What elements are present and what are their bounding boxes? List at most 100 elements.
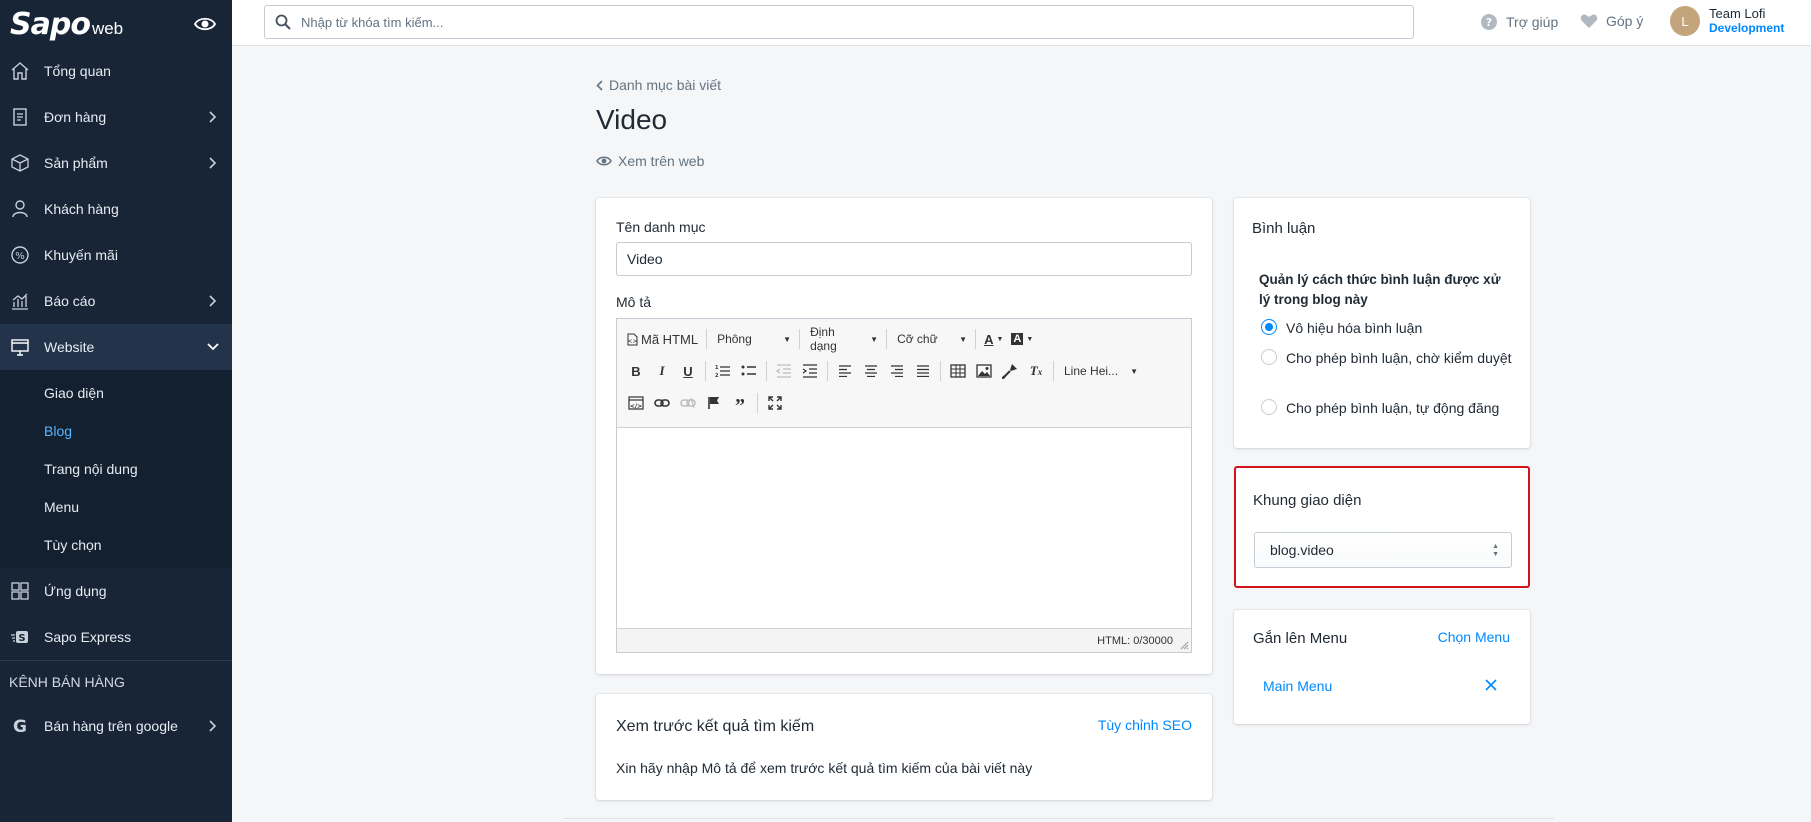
search-input[interactable] [301, 14, 1413, 30]
format-painter-button[interactable] [997, 359, 1023, 383]
sidebar-item-apps[interactable]: Ứng dụng [0, 568, 232, 614]
page-scrollbar[interactable] [1797, 46, 1811, 822]
attach-menu-title: Gắn lên Menu [1253, 630, 1348, 647]
category-name-input[interactable]: Video [616, 242, 1192, 276]
resize-grip-icon[interactable] [1179, 640, 1189, 650]
breadcrumb[interactable]: Danh mục bài viết [596, 77, 721, 93]
html-source-button[interactable]: <> Mã HTML [623, 327, 702, 351]
line-height-dropdown[interactable]: Line Hei... ▼ [1058, 359, 1142, 383]
sidebar-item-label: Tổng quan [44, 63, 111, 79]
heart-icon [1580, 13, 1598, 29]
html-char-counter: HTML: 0/30000 [1097, 634, 1173, 647]
remove-menu-close-icon[interactable] [1483, 677, 1499, 693]
user-menu[interactable]: L Team Lofi Development [1670, 6, 1784, 36]
choose-menu-link[interactable]: Chọn Menu [1438, 629, 1510, 645]
blockquote-button[interactable]: ” [727, 391, 753, 416]
view-store-eye-icon[interactable] [192, 11, 218, 37]
insert-image-button[interactable] [971, 359, 997, 383]
sidebar-subitem-pages[interactable]: Trang nội dung [0, 450, 232, 488]
html-source-label: Mã HTML [641, 331, 699, 347]
svg-text:S: S [18, 633, 25, 644]
sidebar-subitem-blog[interactable]: Blog [0, 412, 232, 450]
align-justify-button[interactable] [910, 359, 936, 383]
sidebar-item-customers[interactable]: Khách hàng [0, 186, 232, 232]
eye-icon [596, 155, 612, 167]
align-right-button[interactable] [884, 359, 910, 383]
sidebar-item-label: Ứng dụng [44, 583, 107, 599]
view-on-web-label: Xem trên web [618, 153, 705, 169]
page-title: Video [596, 104, 668, 135]
underline-button[interactable]: U [675, 359, 701, 383]
radio-button-checked[interactable] [1261, 319, 1277, 335]
code-icon: </> [628, 396, 644, 410]
help-label: Trợ giúp [1506, 14, 1559, 30]
search-box[interactable] [264, 5, 1414, 39]
align-left-icon [838, 365, 852, 377]
numbered-list-button[interactable]: 12 [710, 359, 736, 383]
sidebar-item-discounts[interactable]: % Khuyến mãi [0, 232, 232, 278]
customize-seo-link[interactable]: Tùy chỉnh SEO [1098, 717, 1192, 733]
caret-down-icon: ▼ [870, 334, 879, 344]
apps-icon [9, 580, 31, 602]
unlink-icon [680, 397, 696, 409]
sidebar-item-overview[interactable]: Tổng quan [0, 48, 232, 94]
editor-content-area[interactable] [617, 428, 1191, 628]
indent-button[interactable] [797, 359, 823, 383]
radio-allow-auto-publish[interactable]: Cho phép bình luận, tự động đăng [1261, 398, 1516, 418]
radio-label: Vô hiệu hóa bình luận [1286, 320, 1423, 336]
radio-button[interactable] [1261, 349, 1277, 365]
seo-card-title: Xem trước kết quả tìm kiếm [616, 718, 815, 735]
font-size-dropdown[interactable]: Cỡ chữ ▼ [891, 327, 971, 351]
chevron-right-icon [206, 719, 220, 733]
chevron-right-icon [206, 110, 220, 124]
sidebar-item-google[interactable]: G Bán hàng trên google [0, 703, 232, 749]
unlink-button[interactable] [675, 391, 701, 415]
sidebar-item-website[interactable]: Website [0, 324, 232, 370]
comments-card: Bình luận Quản lý cách thức bình luận đư… [1234, 198, 1530, 448]
toolbar-separator [827, 361, 828, 381]
radio-allow-moderated[interactable]: Cho phép bình luận, chờ kiểm duyệt [1261, 348, 1516, 368]
template-select[interactable]: blog.video ▲ ▼ [1254, 532, 1512, 568]
sidebar-item-orders[interactable]: Đơn hàng [0, 94, 232, 140]
fullscreen-button[interactable] [762, 391, 788, 415]
caret-down-icon: ▼ [1130, 366, 1138, 376]
sidebar-item-reports[interactable]: Báo cáo [0, 278, 232, 324]
logo-text: Sapo [10, 6, 91, 42]
caret-down-icon: ▼ [1026, 335, 1034, 343]
sidebar-subitem-menu[interactable]: Menu [0, 488, 232, 526]
attached-menu-item[interactable]: Main Menu [1263, 678, 1332, 694]
bold-button[interactable]: B [623, 359, 649, 383]
bullet-list-icon [741, 364, 757, 378]
align-left-button[interactable] [832, 359, 858, 383]
insert-link-button[interactable] [649, 391, 675, 415]
italic-button[interactable]: I [649, 359, 675, 383]
clear-format-button[interactable]: Tx [1023, 359, 1049, 383]
editor-toolbar: <> Mã HTML Phông ▼ Định dạng ▼ Cỡ chữ ▼ A ▼ … [617, 319, 1191, 428]
radio-disable-comments[interactable]: Vô hiệu hóa bình luận [1261, 318, 1516, 338]
toolbar-separator [757, 393, 758, 413]
express-icon: S [9, 626, 31, 648]
template-title: Khung giao diện [1253, 492, 1362, 509]
sidebar-subitem-options[interactable]: Tùy chọn [0, 526, 232, 564]
sapo-logo[interactable]: Sapo web [10, 7, 123, 42]
view-on-web-link[interactable]: Xem trên web [596, 153, 704, 169]
format-dropdown[interactable]: Định dạng ▼ [804, 325, 882, 353]
outdent-button[interactable] [771, 359, 797, 383]
align-center-button[interactable] [858, 359, 884, 383]
help-link[interactable]: ? Trợ giúp [1480, 13, 1558, 31]
sidebar-item-products[interactable]: Sản phẩm [0, 140, 232, 186]
code-view-button[interactable]: </> [623, 391, 649, 415]
sidebar-subitem-theme[interactable]: Giao diện [0, 374, 232, 412]
sidebar-item-sapo-express[interactable]: S Sapo Express [0, 614, 232, 660]
insert-table-button[interactable] [945, 359, 971, 383]
radio-button[interactable] [1261, 399, 1277, 415]
feedback-label: Góp ý [1606, 13, 1644, 29]
bullet-list-button[interactable] [736, 359, 762, 383]
feedback-link[interactable]: Góp ý [1580, 13, 1643, 29]
text-color-button[interactable]: A ▼ [980, 327, 1007, 351]
anchor-flag-button[interactable] [701, 391, 727, 415]
radio-label: Cho phép bình luận, chờ kiểm duyệt [1286, 350, 1512, 366]
background-color-button[interactable]: A ▼ [1007, 327, 1037, 351]
font-dropdown[interactable]: Phông ▼ [711, 327, 795, 351]
category-form-card: Tên danh mục Video Mô tả <> Mã HTML Phôn… [596, 198, 1212, 674]
